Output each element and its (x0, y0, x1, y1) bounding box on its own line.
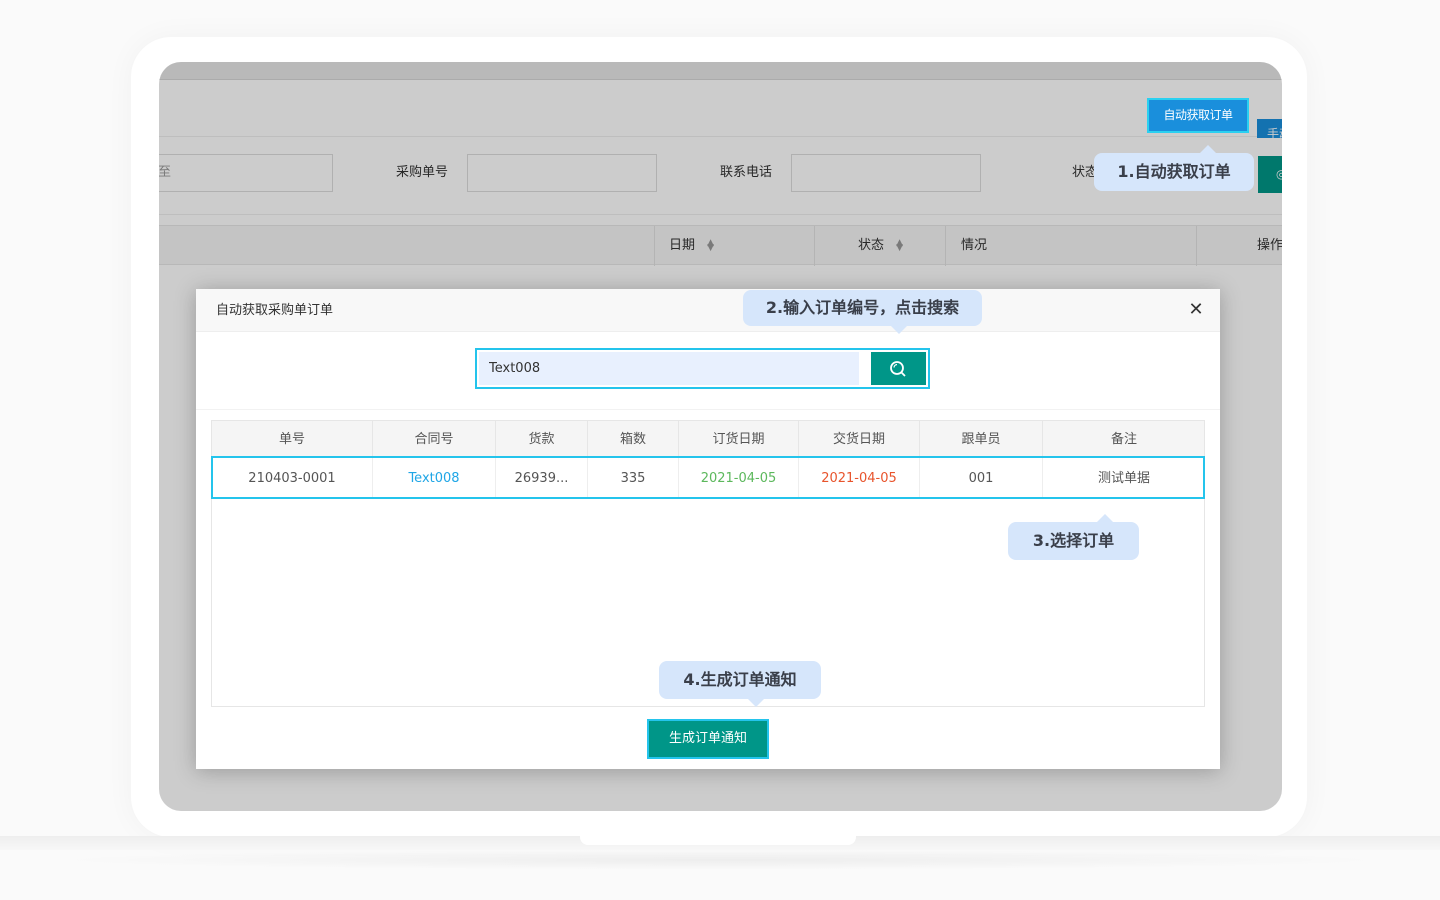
cell-payment: 26939... (496, 458, 588, 498)
cell-order-date: 2021-04-05 (679, 458, 799, 498)
cell-delivery-date: 2021-04-05 (799, 458, 920, 498)
col-contract-no: 合同号 (373, 421, 496, 457)
close-icon[interactable]: ✕ (1184, 298, 1208, 322)
modal-header: 自动获取采购单订单 ✕ (196, 289, 1220, 332)
modal-title: 自动获取采购单订单 (216, 303, 334, 318)
callout-step3: 3.选择订单 (1008, 514, 1139, 560)
table-row[interactable]: 210403-0001 Text008 26939... 335 2021-04… (212, 458, 1204, 499)
auto-fetch-order-button[interactable]: 自动获取订单 (1147, 98, 1249, 133)
order-grid-header: 单号 合同号 货款 箱数 订货日期 交货日期 跟单员 备注 (212, 421, 1204, 458)
order-search-button[interactable] (871, 352, 926, 385)
order-search-input[interactable] (479, 352, 859, 385)
laptop-notch (580, 836, 856, 845)
col-boxes: 箱数 (588, 421, 679, 457)
col-merchandiser: 跟单员 (920, 421, 1043, 457)
modal-divider (196, 409, 1220, 410)
order-search-box (475, 348, 930, 389)
col-order-date: 订货日期 (679, 421, 799, 457)
callout-step2: 2.输入订单编号，点击搜索 (743, 290, 982, 334)
col-payment: 货款 (496, 421, 588, 457)
cell-boxes: 335 (588, 458, 679, 498)
generate-order-notice-button[interactable]: 生成订单通知 (647, 719, 769, 759)
col-delivery-date: 交货日期 (799, 421, 920, 457)
cell-remark: 测试单据 (1097, 471, 1150, 486)
cell-merchandiser: 001 (920, 458, 1043, 498)
callout-step1: 1.自动获取订单 (1094, 145, 1254, 191)
callout-step4: 4.生成订单通知 (659, 661, 821, 707)
col-order-no: 单号 (212, 421, 373, 457)
cell-contract-no-link[interactable]: Text008 (373, 458, 496, 498)
col-remark: 备注 (1110, 432, 1137, 447)
cell-order-no: 210403-0001 (212, 458, 373, 498)
laptop-shadow (40, 850, 1400, 870)
search-icon (890, 361, 906, 377)
